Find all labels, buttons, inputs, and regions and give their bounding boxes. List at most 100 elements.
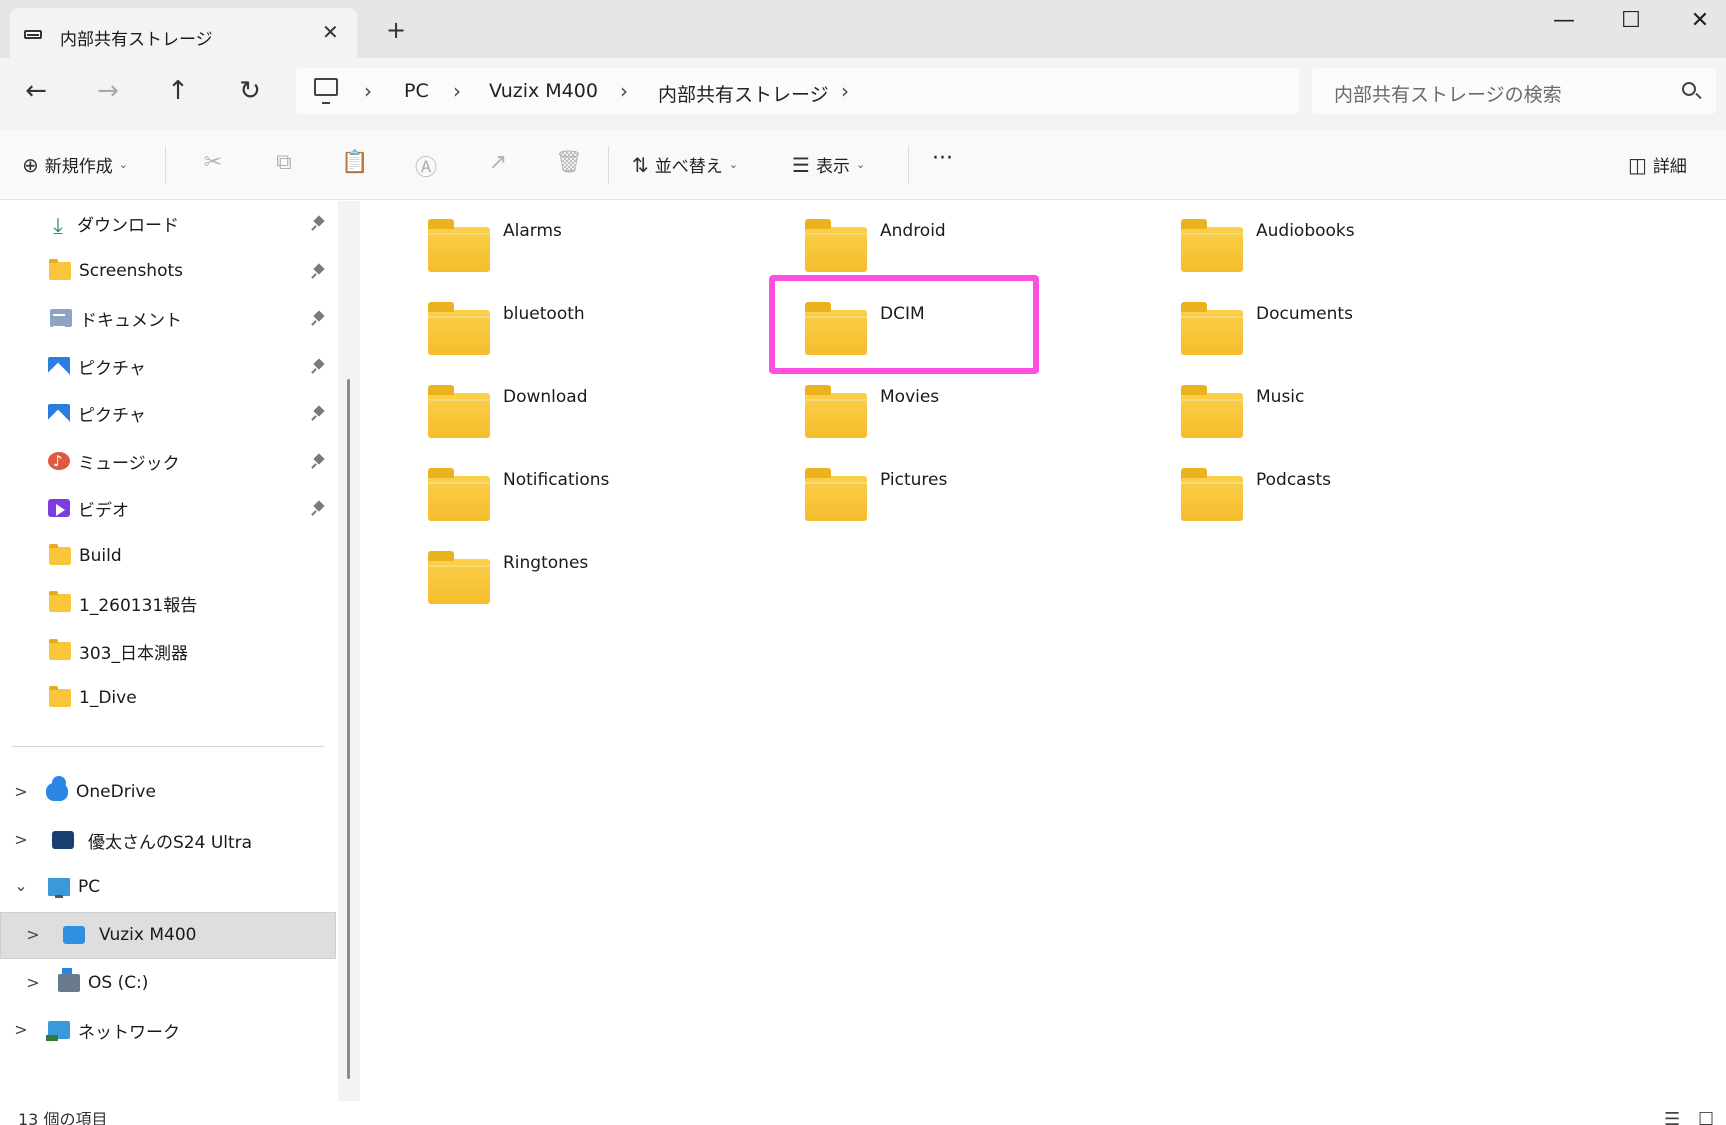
- document-icon: [50, 309, 72, 328]
- file-list: Alarms Android Audiobooks bluetooth DCIM…: [360, 201, 1726, 1101]
- breadcrumb-vuzix[interactable]: Vuzix M400: [489, 80, 598, 102]
- folder-bluetooth[interactable]: bluetooth: [428, 292, 788, 362]
- folder-pictures[interactable]: Pictures: [805, 458, 1165, 528]
- details-button[interactable]: ◫ 詳細: [1628, 152, 1687, 178]
- folder-label: Pictures: [880, 470, 948, 490]
- sidebar-item-music[interactable]: ミュージック: [0, 441, 335, 481]
- monitor-icon: [314, 78, 338, 104]
- back-button[interactable]: ←: [18, 76, 54, 106]
- folder-download[interactable]: Download: [428, 375, 788, 445]
- close-window-button[interactable]: ✕: [1680, 8, 1720, 33]
- cloud-icon: [46, 776, 68, 801]
- chevron-down-icon: ⌄: [118, 158, 128, 171]
- sidebar-item-label: 303_日本測器: [79, 643, 188, 664]
- address-bar[interactable]: › PC › Vuzix M400 › 内部共有ストレージ ›: [296, 68, 1299, 114]
- cut-icon[interactable]: ✂: [198, 150, 228, 175]
- delete-icon[interactable]: 🗑: [554, 150, 584, 175]
- pin-icon: [313, 407, 325, 419]
- plus-circle-icon: ⊕: [22, 152, 39, 177]
- folder-notifications[interactable]: Notifications: [428, 458, 788, 528]
- search-input[interactable]: 内部共有ストレージの検索: [1334, 80, 1562, 107]
- folder-documents[interactable]: Documents: [1181, 292, 1541, 362]
- folder-label: Notifications: [503, 470, 610, 490]
- sidebar-item-pictures-2[interactable]: ピクチャ: [0, 393, 335, 433]
- pin-icon: [313, 502, 325, 514]
- sort-label: 並べ替え: [654, 157, 723, 177]
- folder-music[interactable]: Music: [1181, 375, 1541, 445]
- folder-podcasts[interactable]: Podcasts: [1181, 458, 1541, 528]
- dcim-highlight-box: [769, 275, 1039, 374]
- sidebar-item-303[interactable]: 303_日本測器: [0, 631, 335, 671]
- sidebar-item-screenshots[interactable]: Screenshots: [0, 251, 335, 291]
- share-icon[interactable]: ↗: [483, 150, 513, 175]
- sidebar-item-label: 1_260131報告: [79, 595, 198, 616]
- sidebar-item-network[interactable]: ネットワーク: [0, 1010, 335, 1050]
- sidebar-item-downloads[interactable]: ⤓ ダウンロード: [0, 203, 335, 243]
- drive-icon: [58, 968, 80, 992]
- folder-android[interactable]: Android: [805, 209, 1165, 279]
- new-tab-button[interactable]: +: [386, 16, 406, 44]
- details-view-icon[interactable]: ☰: [1664, 1109, 1680, 1125]
- sidebar-item-pictures[interactable]: ピクチャ: [0, 346, 335, 386]
- sidebar-item-vuzix-m400[interactable]: Vuzix M400: [0, 915, 335, 955]
- view-button[interactable]: ☰ 表示 ⌄: [792, 152, 865, 178]
- folder-ringtones[interactable]: Ringtones: [428, 541, 788, 611]
- sidebar-item-dive[interactable]: 1_Dive: [0, 678, 335, 718]
- up-button[interactable]: ↑: [160, 76, 196, 106]
- sidebar-scrollbar[interactable]: [347, 379, 350, 1079]
- more-options-button[interactable]: ···: [932, 146, 953, 171]
- search-icon: [1682, 82, 1696, 96]
- folder-icon: [428, 551, 490, 604]
- folder-audiobooks[interactable]: Audiobooks: [1181, 209, 1541, 279]
- sidebar-item-label: 優太さんのS24 Ultra: [88, 832, 253, 853]
- pin-icon: [313, 455, 325, 467]
- paste-icon[interactable]: 📋: [340, 150, 370, 175]
- tab-internal-storage[interactable]: 内部共有ストレージ ✕: [10, 8, 357, 60]
- folder-icon: [1181, 468, 1243, 521]
- sidebar-item-label: PC: [78, 877, 101, 897]
- phone-icon: [52, 831, 74, 849]
- sidebar-item-videos[interactable]: ビデオ: [0, 488, 335, 528]
- phone-icon: [63, 926, 85, 944]
- sidebar-item-onedrive[interactable]: OneDrive: [0, 772, 335, 812]
- sidebar-item-build[interactable]: Build: [0, 536, 335, 576]
- item-count: 13 個の項目: [18, 1110, 108, 1125]
- tab-close-button[interactable]: ✕: [322, 20, 339, 44]
- rename-icon[interactable]: Ⓐ: [411, 150, 441, 182]
- sidebar-item-os-c[interactable]: OS (C:): [0, 963, 335, 1003]
- pin-icon: [313, 312, 325, 324]
- refresh-button[interactable]: ↻: [232, 76, 268, 106]
- copy-icon[interactable]: ⧉: [269, 150, 299, 175]
- folder-label: Download: [503, 387, 588, 407]
- breadcrumb-separator: ›: [841, 79, 849, 103]
- monitor-icon: [48, 878, 70, 898]
- forward-button[interactable]: →: [90, 76, 126, 106]
- status-bar: 13 個の項目 ☰ ☐: [0, 1101, 1726, 1125]
- sidebar-item-label: ネットワーク: [78, 1022, 180, 1043]
- new-button[interactable]: ⊕ 新規作成 ⌄: [22, 152, 128, 178]
- folder-label: Android: [880, 221, 946, 241]
- breadcrumb-separator: ›: [620, 79, 628, 103]
- folder-label: Music: [1256, 387, 1305, 407]
- tiles-view-icon[interactable]: ☐: [1698, 1109, 1714, 1125]
- download-icon: ⤓: [53, 214, 63, 239]
- sort-button[interactable]: ⇅ 並べ替え ⌄: [632, 152, 738, 178]
- folder-icon: [1181, 302, 1243, 355]
- breadcrumb-internal-storage[interactable]: 内部共有ストレージ: [658, 80, 829, 107]
- folder-movies[interactable]: Movies: [805, 375, 1165, 445]
- folder-icon: [428, 468, 490, 521]
- sidebar-item-s24-ultra[interactable]: 優太さんのS24 Ultra: [0, 820, 335, 860]
- folder-icon: [49, 639, 71, 660]
- search-box[interactable]: 内部共有ストレージの検索: [1312, 68, 1716, 114]
- folder-label: Podcasts: [1256, 470, 1331, 490]
- sidebar-item-pc[interactable]: PC: [0, 867, 335, 907]
- folder-icon: [805, 219, 867, 272]
- minimize-button[interactable]: —: [1544, 8, 1584, 33]
- folder-alarms[interactable]: Alarms: [428, 209, 788, 279]
- maximize-button[interactable]: ☐: [1611, 8, 1651, 33]
- navigation-bar: ← → ↑ ↻ › PC › Vuzix M400 › 内部共有ストレージ › …: [0, 58, 1726, 130]
- music-icon: [48, 452, 70, 470]
- breadcrumb-pc[interactable]: PC: [404, 80, 429, 102]
- sidebar-item-documents[interactable]: ドキュメント: [0, 298, 335, 338]
- sidebar-item-260131[interactable]: 1_260131報告: [0, 583, 335, 623]
